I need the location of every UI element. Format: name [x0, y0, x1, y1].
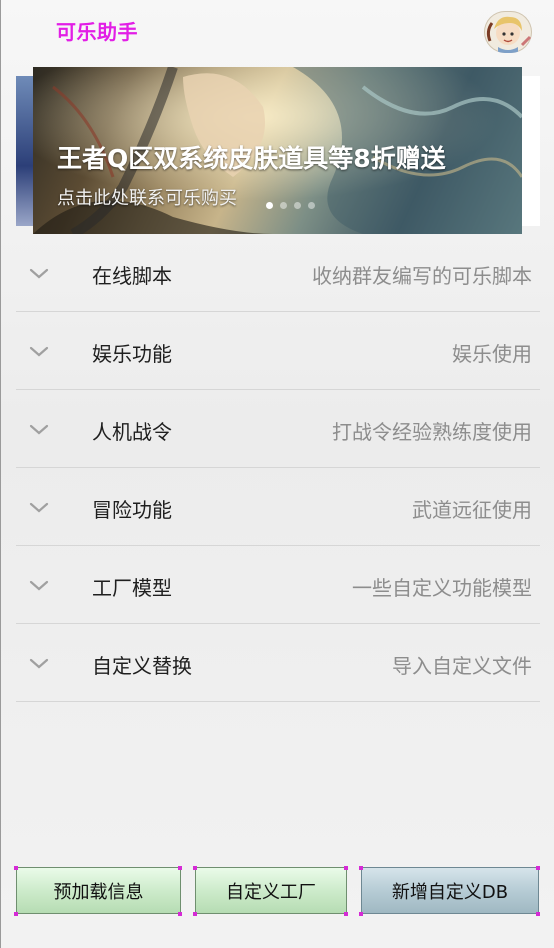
custom-factory-label: 自定义工厂 [226, 881, 316, 903]
menu-item-desc: 一些自定义功能模型 [352, 576, 532, 600]
corner-marker [536, 912, 540, 916]
corner-marker [14, 912, 18, 916]
corner-marker [178, 912, 182, 916]
banner-title: 王者Q区双系统皮肤道具等8折赠送 [57, 144, 446, 173]
banner-prev-slide[interactable] [16, 76, 34, 226]
menu-item-desc: 打战令经验熟练度使用 [332, 420, 532, 444]
corner-marker [178, 866, 182, 870]
menu-item-custom-replace[interactable]: 自定义替换 导入自定义文件 [16, 624, 540, 702]
banner-subtitle: 点击此处联系可乐购买 [57, 188, 237, 209]
menu-item-ai-battle-pass[interactable]: 人机战令 打战令经验熟练度使用 [16, 390, 540, 468]
corner-marker [344, 912, 348, 916]
chevron-down-icon [29, 346, 49, 357]
menu-item-desc: 娱乐使用 [452, 342, 532, 366]
carousel-dot[interactable] [280, 202, 287, 209]
menu-item-title: 冒险功能 [92, 498, 172, 522]
carousel-dot[interactable] [308, 202, 315, 209]
corner-marker [344, 866, 348, 870]
menu-item-title: 自定义替换 [92, 654, 192, 678]
chevron-down-icon [29, 268, 49, 279]
menu-item-title: 工厂模型 [92, 576, 172, 600]
menu-item-adventure[interactable]: 冒险功能 武道远征使用 [16, 468, 540, 546]
add-custom-db-button[interactable]: 新增自定义DB [361, 867, 539, 914]
corner-marker [536, 866, 540, 870]
avatar[interactable] [484, 11, 532, 53]
corner-marker [193, 912, 197, 916]
corner-marker [193, 866, 197, 870]
preload-info-label: 预加载信息 [53, 881, 144, 903]
window-edge [0, 0, 1, 948]
corner-marker [14, 866, 18, 870]
menu-item-entertainment[interactable]: 娱乐功能 娱乐使用 [16, 312, 540, 390]
banner-next-slide[interactable] [521, 76, 540, 226]
custom-factory-button[interactable]: 自定义工厂 [195, 867, 347, 914]
menu-item-factory-model[interactable]: 工厂模型 一些自定义功能模型 [16, 546, 540, 624]
menu-item-title: 娱乐功能 [92, 342, 172, 366]
menu-item-title: 人机战令 [92, 420, 172, 444]
corner-marker [359, 912, 363, 916]
chevron-down-icon [29, 580, 49, 591]
app-header: 可乐助手 [0, 0, 554, 62]
menu-item-desc: 武道远征使用 [412, 498, 532, 522]
menu-item-title: 在线脚本 [92, 264, 172, 288]
preload-info-button[interactable]: 预加载信息 [16, 867, 181, 914]
feature-menu: 在线脚本 收纳群友编写的可乐脚本 娱乐功能 娱乐使用 人机战令 打战令经验熟练度… [16, 234, 540, 702]
promo-banner[interactable]: 王者Q区双系统皮肤道具等8折赠送 点击此处联系可乐购买 [33, 67, 522, 234]
carousel-dot[interactable] [266, 202, 273, 209]
chevron-down-icon [29, 424, 49, 435]
add-custom-db-label: 新增自定义DB [391, 881, 509, 903]
menu-item-online-scripts[interactable]: 在线脚本 收纳群友编写的可乐脚本 [16, 234, 540, 312]
app-title: 可乐助手 [56, 20, 138, 44]
carousel-indicator [266, 202, 315, 212]
menu-item-desc: 导入自定义文件 [392, 654, 532, 678]
menu-item-desc: 收纳群友编写的可乐脚本 [312, 264, 532, 288]
carousel-dot[interactable] [294, 202, 301, 209]
chevron-down-icon [29, 502, 49, 513]
chevron-down-icon [29, 658, 49, 669]
corner-marker [359, 866, 363, 870]
